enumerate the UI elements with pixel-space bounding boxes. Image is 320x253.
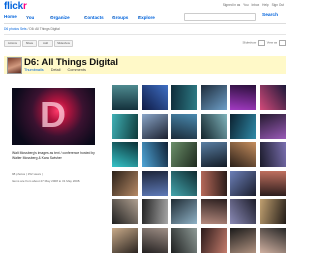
tab-comments[interactable]: Comments xyxy=(67,68,85,72)
photo-thumbnail[interactable] xyxy=(230,227,257,253)
photo-thumbnail[interactable] xyxy=(200,113,227,139)
search-input[interactable] xyxy=(184,13,256,21)
breadcrumb-sets[interactable]: Sets xyxy=(20,27,27,31)
top-link-inbox[interactable]: Inbox xyxy=(251,3,259,7)
photo-thumbnail[interactable] xyxy=(112,85,138,110)
photo-thumbnail[interactable] xyxy=(112,142,138,168)
photo-thumbnail[interactable] xyxy=(259,113,286,139)
slideshow-link[interactable]: Slideshow xyxy=(243,41,257,45)
toolbar-pill-4[interactable]: Slideshow xyxy=(54,40,73,47)
photo-caption: Walt Mossberg's images as text / confere… xyxy=(12,151,95,160)
photo-thumbnail[interactable] xyxy=(171,85,198,110)
breadcrumb-current: / D6: All Things Digital xyxy=(27,27,60,31)
tab-thumbnails[interactable]: Thumbnails xyxy=(24,68,44,72)
photo-thumbnail[interactable] xyxy=(200,142,227,168)
chevron-down-icon: ▾ xyxy=(85,15,87,19)
set-tabs: Thumbnails Detail Comments xyxy=(24,68,92,72)
photo-thumbnail[interactable] xyxy=(141,170,168,196)
logo-part-2: r xyxy=(23,1,27,12)
photo-thumbnail[interactable] xyxy=(141,142,168,168)
photo-thumbnail[interactable] xyxy=(112,199,138,225)
top-link-help[interactable]: Help xyxy=(262,3,269,7)
chevron-down-icon: ▾ xyxy=(51,15,53,19)
photo-thumbnail[interactable] xyxy=(230,142,257,168)
photo-thumbnail[interactable] xyxy=(171,113,198,139)
photo-stats-text: 98 photos | 152 views | xyxy=(12,172,43,176)
slideshow-icon[interactable] xyxy=(258,40,266,46)
toolbar-pill-3[interactable]: Add xyxy=(38,40,53,47)
photo-thumbnail[interactable] xyxy=(171,227,198,253)
photo-thumbnail[interactable] xyxy=(200,85,227,110)
grid-view-icon[interactable] xyxy=(279,40,286,46)
photo-thumbnail[interactable] xyxy=(171,199,198,225)
photo-stats: 98 photos | 152 views | xyxy=(12,172,102,176)
photo-thumbnail[interactable] xyxy=(141,199,168,225)
photo-thumbnail[interactable] xyxy=(171,170,198,196)
photo-thumbnail[interactable] xyxy=(141,113,168,139)
top-links: Signed in as You Inbox Help Sign Out xyxy=(221,3,284,7)
chevron-down-icon: ▾ xyxy=(27,15,29,19)
photo-thumbnail[interactable] xyxy=(141,227,168,253)
top-link-signout[interactable]: Sign Out xyxy=(272,3,284,7)
page-title: D6: All Things Digital xyxy=(24,57,118,68)
breadcrumb-divider xyxy=(4,34,286,35)
search-button[interactable]: Search xyxy=(262,13,278,18)
photo-thumbnail[interactable] xyxy=(112,113,138,139)
toolbar-pill-1[interactable]: Actions xyxy=(4,40,21,47)
set-toolbar: Actions Share Add Slideshow Slideshow Vi… xyxy=(4,40,286,47)
top-link-signed-in: Signed in as xyxy=(222,3,241,7)
nav-divider xyxy=(4,23,286,24)
logo-part-1: flick xyxy=(4,1,24,12)
photo-thumbnail[interactable] xyxy=(259,227,286,253)
view-as-label: View as xyxy=(266,40,278,45)
breadcrumb: D6 photos Sets / D6: All Things Digital xyxy=(4,27,60,31)
toolbar-pill-2[interactable]: Share xyxy=(22,40,37,47)
avatar[interactable] xyxy=(7,57,22,74)
photo-thumbnail[interactable] xyxy=(230,113,257,139)
top-link-you[interactable]: You xyxy=(243,3,248,7)
photo-thumbnail[interactable] xyxy=(230,85,257,110)
photo-thumbnail[interactable] xyxy=(112,170,138,196)
photo-thumbnail[interactable] xyxy=(259,170,286,196)
chevron-down-icon: ▾ xyxy=(113,15,115,19)
photo-thumbnail[interactable] xyxy=(141,85,168,110)
photo-thumbnail[interactable] xyxy=(200,170,227,196)
nav-home[interactable]: Home xyxy=(4,14,17,19)
photo-thumbnail[interactable] xyxy=(259,85,286,110)
breadcrumb-photos[interactable]: D6 photos xyxy=(4,27,19,31)
photo-thumbnail[interactable] xyxy=(200,227,227,253)
photo-thumbnail[interactable] xyxy=(230,199,257,225)
photo-thumbnail[interactable] xyxy=(112,227,138,253)
toolbar-right-options: Slideshow View as xyxy=(243,40,286,46)
photo-thumbnail[interactable] xyxy=(230,170,257,196)
photo-date-range: Items are from about 27 May 2008 to 31 M… xyxy=(12,179,81,183)
chevron-down-icon: ▾ xyxy=(139,15,141,19)
photo-subject-d-glyph: D xyxy=(40,94,66,135)
flickr-logo[interactable]: flickr xyxy=(4,1,27,12)
photo-thumbnail[interactable] xyxy=(200,199,227,225)
photo-thumbnail[interactable] xyxy=(259,199,286,225)
photo-thumbnail[interactable] xyxy=(171,142,198,168)
thumbnail-grid xyxy=(112,85,286,253)
photo-thumbnail[interactable] xyxy=(259,142,286,168)
main-photo[interactable]: D xyxy=(12,88,95,145)
tab-detail[interactable]: Detail xyxy=(51,68,61,72)
